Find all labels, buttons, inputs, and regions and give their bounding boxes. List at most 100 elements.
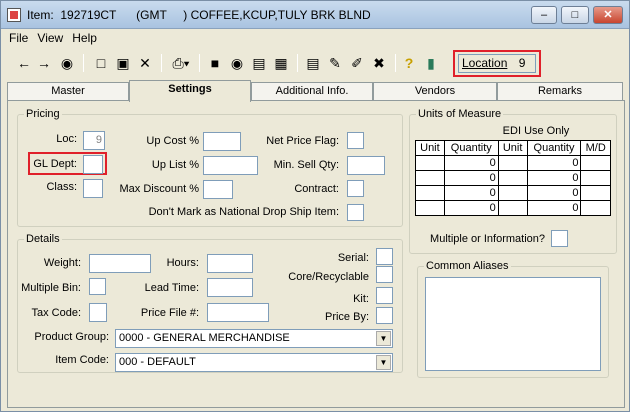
price-by-checkbox[interactable] [376,307,393,324]
uom-cell[interactable]: 0 [443,155,499,171]
kit-checkbox[interactable] [376,287,393,304]
maximize-button[interactable]: □ [561,6,589,24]
exit-door-icon[interactable]: ▮ [421,53,441,73]
notes-icon[interactable]: ▤ [303,53,323,73]
location-field[interactable]: Location 9 [458,54,536,73]
toolbar-separator [297,54,298,72]
uom-cell[interactable] [415,170,445,186]
item-code-label: Item Code: [55,354,109,366]
uom-cell[interactable] [580,200,611,216]
location-highlight: Location 9 [453,50,541,77]
hours-field[interactable] [207,254,253,273]
national-drop-ship-checkbox[interactable] [347,204,364,221]
uom-cell[interactable]: 0 [443,185,499,201]
uom-header-row: Unit Quantity Unit Quantity M/D [415,140,611,156]
location-value: 9 [518,56,526,70]
camera-icon[interactable]: ◉ [227,53,247,73]
hours-label: Hours: [166,257,199,269]
back-arrow-icon[interactable]: ← [15,53,33,73]
edit-plus-icon[interactable]: ✐ [347,53,367,73]
price-file-label: Price File #: [140,307,199,319]
app-icon [7,8,21,22]
tab-additional-info[interactable]: Additional Info. [251,82,373,101]
close-button[interactable]: ✕ [593,6,623,24]
tab-vendors[interactable]: Vendors [373,82,497,101]
tax-code-label: Tax Code: [31,307,81,319]
label-printer-icon[interactable]: ▤ [249,53,269,73]
multiple-info-checkbox[interactable] [551,230,568,247]
menu-file[interactable]: File [9,31,28,45]
table-row[interactable]: 0 0 [415,185,611,201]
menu-bar: File View Help [9,31,103,49]
min-sell-qty-field[interactable] [347,156,385,175]
dropdown-arrow-icon[interactable]: ▼ [376,331,391,346]
tab-remarks[interactable]: Remarks [497,82,623,101]
contract-checkbox[interactable] [347,180,364,197]
uom-cell[interactable]: 0 [526,200,582,216]
toolbar-separator [161,54,162,72]
delete-icon[interactable]: ✕ [135,53,155,73]
window-title: Item: 192719CT (GMT ) COFFEE,KCUP,TULY B… [27,8,371,22]
class-label: Class: [46,181,77,193]
up-cost-field[interactable] [203,132,241,151]
uom-cell[interactable] [415,185,445,201]
product-group-select[interactable]: 0000 - GENERAL MERCHANDISE ▼ [115,329,393,348]
up-list-label: Up List % [151,159,199,171]
core-recyclable-checkbox[interactable] [376,266,393,283]
toolbar-separator [83,54,84,72]
save-icon[interactable]: ▣ [113,53,133,73]
price-file-field[interactable] [207,303,269,322]
multiple-bin-checkbox[interactable] [89,278,106,295]
menu-view[interactable]: View [37,31,63,45]
class-field[interactable] [83,179,103,198]
up-list-field[interactable] [203,156,258,175]
grid-icon[interactable]: ▦ [271,53,291,73]
forward-arrow-icon[interactable]: → [35,53,53,73]
max-discount-label: Max Discount % [119,183,199,195]
uom-cell[interactable]: 0 [526,185,582,201]
min-sell-qty-label: Min. Sell Qty: [273,159,339,171]
tax-code-field[interactable] [89,303,107,322]
tab-master[interactable]: Master [7,82,129,101]
dropdown-arrow-icon[interactable]: ▼ [376,355,391,370]
print-icon[interactable]: ⎙▾ [167,53,195,73]
minimize-button[interactable]: – [531,6,557,24]
uom-cell[interactable] [415,200,445,216]
uom-cell[interactable] [497,200,528,216]
table-row[interactable]: 0 0 [415,200,611,216]
help-icon[interactable]: ? [399,53,419,73]
item-code-select[interactable]: 000 - DEFAULT ▼ [115,353,393,372]
tab-settings[interactable]: Settings [129,80,251,102]
uom-cell[interactable] [497,155,528,171]
loc-field[interactable]: 9 [83,131,105,150]
wrench-icon[interactable]: ✖ [369,53,389,73]
tab-strip: Master Settings Additional Info. Vendors… [7,80,625,102]
product-group-label: Product Group: [34,331,109,343]
uom-cell[interactable] [415,155,445,171]
uom-cell[interactable]: 0 [526,170,582,186]
contract-label: Contract: [294,183,339,195]
uom-cell[interactable] [497,185,528,201]
table-row[interactable]: 0 0 [415,155,611,171]
gl-dept-field[interactable] [83,155,103,174]
new-document-icon[interactable]: □ [91,53,111,73]
uom-cell[interactable] [497,170,528,186]
location-label: Location [462,56,508,70]
menu-help[interactable]: Help [72,31,97,45]
uom-cell[interactable] [580,155,611,171]
table-row[interactable]: 0 0 [415,170,611,186]
max-discount-field[interactable] [203,180,233,199]
uom-cell[interactable]: 0 [443,200,499,216]
uom-cell[interactable]: 0 [526,155,582,171]
aliases-textarea[interactable] [425,277,601,371]
title-bar: Item: 192719CT (GMT ) COFFEE,KCUP,TULY B… [1,1,629,29]
inventory-icon[interactable]: ■ [205,53,225,73]
pencil-icon[interactable]: ✎ [325,53,345,73]
serial-checkbox[interactable] [376,248,393,265]
binoculars-icon[interactable]: ◉ [57,53,77,73]
uom-cell[interactable] [580,170,611,186]
lead-time-field[interactable] [207,278,253,297]
net-price-flag-checkbox[interactable] [347,132,364,149]
uom-cell[interactable]: 0 [443,170,499,186]
uom-cell[interactable] [580,185,611,201]
